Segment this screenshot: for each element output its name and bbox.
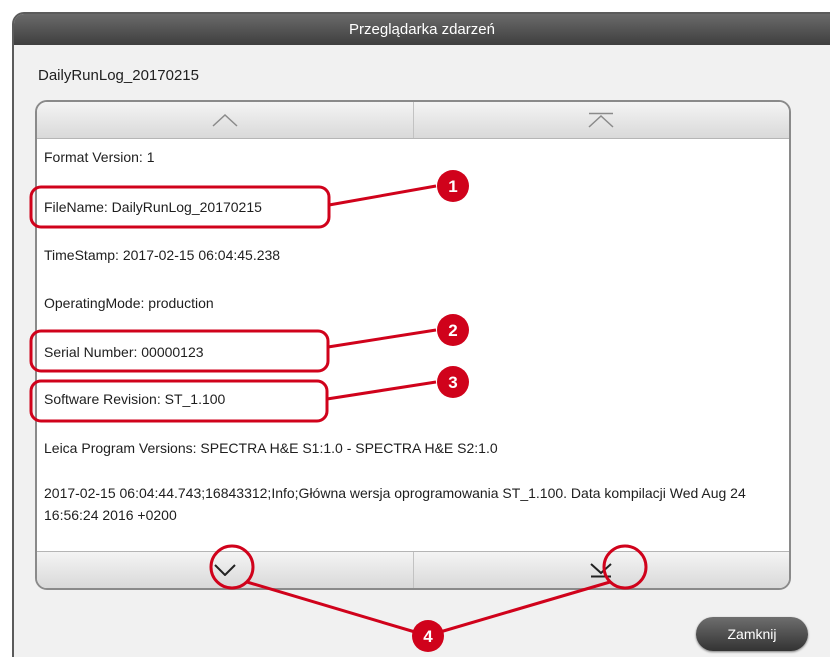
log-panel: Format Version: 1 FileName: DailyRunLog_…	[35, 100, 791, 590]
chevron-up-icon	[212, 113, 238, 127]
log-line: Serial Number: 00000123	[44, 344, 204, 360]
log-file-name: DailyRunLog_20170215	[38, 67, 199, 84]
scroll-down-button[interactable]	[37, 552, 413, 588]
log-line: OperatingMode: production	[44, 295, 214, 311]
top-nav-bar	[37, 102, 789, 139]
log-line: FileName: DailyRunLog_20170215	[44, 199, 262, 215]
log-line: 2017-02-15 06:04:44.743;16843312;Info;Gł…	[44, 485, 746, 523]
jump-to-bottom-icon	[590, 562, 612, 577]
log-line: Software Revision: ST_1.100	[44, 391, 226, 407]
chevron-down-icon	[214, 564, 236, 576]
log-line: Format Version: 1	[44, 149, 155, 165]
window-title: Przeglądarka zdarzeń	[14, 14, 830, 45]
log-line: TimeStamp: 2017-02-15 06:04:45.238	[44, 247, 281, 263]
scroll-to-bottom-button[interactable]	[412, 552, 790, 588]
jump-to-top-icon	[588, 112, 614, 128]
scroll-up-button[interactable]	[37, 102, 413, 138]
scroll-to-top-button[interactable]	[412, 102, 790, 138]
bottom-nav-bar	[37, 551, 789, 588]
log-line: Leica Program Versions: SPECTRA H&E S1:1…	[44, 440, 498, 456]
close-button[interactable]: Zamknij	[696, 617, 808, 651]
